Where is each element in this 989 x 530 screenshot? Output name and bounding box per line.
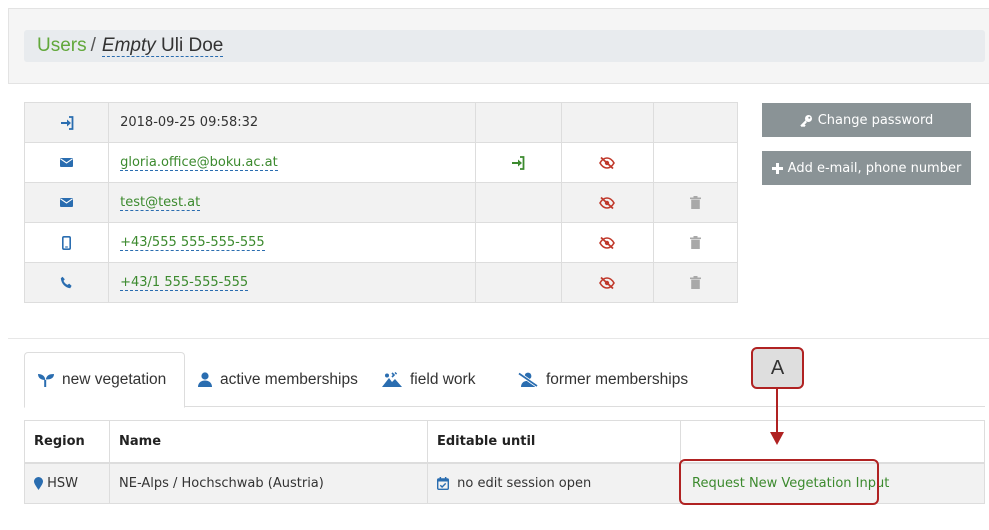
envelope-icon (60, 158, 74, 167)
table-row: gloria.office@boku.ac.at (23, 142, 739, 183)
tab-field-work[interactable]: field work (382, 352, 475, 407)
change-password-label: Change password (817, 112, 934, 128)
eye-slash-icon[interactable] (599, 196, 616, 210)
tab-bar: new vegetation active memberships field … (24, 352, 985, 408)
sign-in-icon (60, 115, 73, 130)
annotation-callout: A (751, 347, 804, 389)
edit-session-status: no edit session open (457, 475, 592, 491)
last-login-value: 2018-09-25 09:58:32 (108, 102, 476, 143)
region-code: HSW (47, 475, 79, 491)
trash-icon[interactable] (689, 196, 701, 209)
eye-slash-icon[interactable] (599, 236, 616, 250)
user-name-editable[interactable]: Empty Uli Doe (101, 35, 224, 57)
tab-former-memberships[interactable]: former memberships (518, 352, 688, 407)
contact-email-value[interactable]: test@test.at (120, 195, 201, 211)
table-row: 2018-09-25 09:58:32 (23, 102, 739, 143)
user-icon (198, 372, 212, 387)
tab-label: former memberships (546, 370, 689, 388)
region-name: NE-Alps / Hochschwab (Austria) (109, 462, 428, 504)
tab-active-memberships[interactable]: active memberships (198, 352, 358, 407)
breadcrumb: Users / Empty Uli Doe (24, 30, 985, 62)
column-header-action (680, 420, 985, 464)
user-slash-icon (518, 372, 538, 387)
user-name-last: Uli Doe (161, 35, 224, 56)
trash-icon[interactable] (689, 236, 701, 249)
region-cell: HSW (24, 462, 110, 504)
eye-slash-icon[interactable] (599, 276, 616, 290)
envelope-icon (60, 198, 74, 207)
user-name-first: Empty (101, 35, 156, 56)
table-header-row: Region Name Editable until (24, 420, 985, 464)
column-header-region: Region (24, 420, 110, 464)
mobile-phone-icon (62, 235, 72, 250)
editable-cell: no edit session open (427, 462, 681, 504)
annotation-arrow (770, 389, 784, 445)
add-contact-label: Add e-mail, phone number (787, 160, 962, 176)
contact-mobile-value[interactable]: +43/555 555-555-555 (120, 235, 265, 251)
tab-new-vegetation[interactable]: new vegetation (24, 352, 185, 408)
table-row: +43/555 555-555-555 (23, 222, 739, 263)
eye-slash-icon[interactable] (599, 156, 616, 170)
seedling-icon (38, 374, 54, 387)
contact-email-value[interactable]: gloria.office@boku.ac.at (120, 155, 278, 171)
contact-phone-value[interactable]: +43/1 555-555-555 (120, 275, 249, 291)
phone-icon (60, 276, 72, 289)
field-work-icon (382, 372, 402, 387)
divider (8, 338, 989, 339)
table-row: test@test.at (23, 182, 739, 223)
tab-label: active memberships (220, 370, 358, 388)
column-header-name: Name (109, 420, 428, 464)
calendar-check-icon (437, 476, 449, 490)
trash-icon[interactable] (689, 276, 701, 289)
login-enabled-icon[interactable] (511, 155, 525, 170)
add-contact-button[interactable]: Add e-mail, phone number (762, 151, 971, 185)
annotation-label: A (770, 356, 785, 379)
change-password-button[interactable]: Change password (762, 103, 971, 137)
tab-label: field work (410, 370, 476, 388)
breadcrumb-separator: / (90, 35, 96, 56)
plus-icon (771, 162, 783, 174)
breadcrumb-users-link[interactable]: Users (37, 35, 87, 56)
column-header-editable: Editable until (427, 420, 681, 464)
tab-label: new vegetation (62, 371, 167, 388)
map-marker-icon (34, 476, 43, 490)
cell-icon (23, 102, 110, 143)
annotation-highlight-box (679, 459, 879, 505)
table-row: +43/1 555-555-555 (23, 262, 739, 303)
contacts-table: 2018-09-25 09:58:32 gloria.office@boku.a… (23, 102, 739, 303)
key-icon (799, 114, 812, 127)
